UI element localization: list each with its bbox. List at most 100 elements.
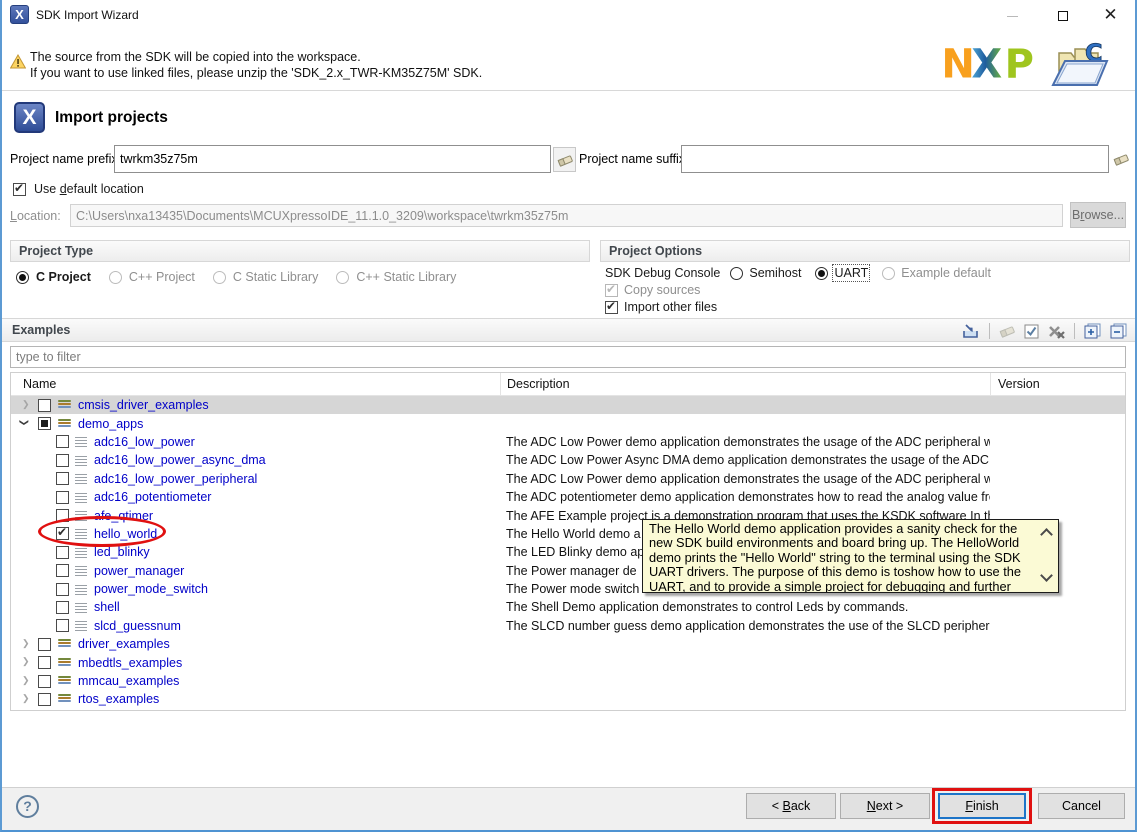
row-checkbox[interactable]	[38, 417, 51, 430]
chevron-right-icon[interactable]	[19, 693, 32, 706]
project-type-title: Project Type	[10, 240, 590, 262]
table-row[interactable]: mbedtls_examples	[11, 653, 1125, 671]
radio-semihost[interactable]	[730, 267, 743, 280]
import-other-files-label: Import other files	[624, 300, 717, 314]
use-default-location-checkbox[interactable]	[13, 183, 26, 196]
arrow-spacer	[37, 472, 50, 485]
window-title: SDK Import Wizard	[36, 8, 139, 22]
warning-message-line2: If you want to use linked files, please …	[30, 66, 482, 80]
table-row[interactable]: rtos_examples	[11, 690, 1125, 708]
chevron-right-icon[interactable]	[19, 675, 32, 688]
prefix-input[interactable]	[114, 145, 551, 173]
row-checkbox[interactable]	[56, 546, 69, 559]
row-checkbox[interactable]	[38, 638, 51, 651]
suffix-input[interactable]	[681, 145, 1109, 173]
example-icon	[75, 527, 88, 540]
row-checkbox[interactable]	[56, 435, 69, 448]
sdk-import-wizard-window: X SDK Import Wizard ✕ The source from th…	[0, 0, 1137, 832]
row-checkbox[interactable]	[38, 656, 51, 669]
row-checkbox[interactable]	[56, 601, 69, 614]
svg-text:P: P	[1005, 42, 1034, 86]
chevron-right-icon[interactable]	[19, 638, 32, 651]
close-button[interactable]: ✕	[1088, 0, 1133, 30]
collapse-all-icon[interactable]	[1110, 323, 1127, 339]
filter-input[interactable]	[10, 346, 1126, 368]
radio-cpp-static-library-label: C++ Static Library	[356, 270, 456, 284]
suffix-clear-button[interactable]	[1111, 149, 1131, 169]
row-checkbox[interactable]	[56, 454, 69, 467]
row-description: The SLCD number guess demo application d…	[500, 619, 990, 633]
table-row[interactable]: slcd_guessnum The SLCD number guess demo …	[11, 617, 1125, 635]
arrow-spacer	[37, 619, 50, 632]
select-all-icon[interactable]	[1024, 324, 1039, 339]
row-checkbox[interactable]	[56, 509, 69, 522]
row-checkbox[interactable]	[38, 399, 51, 412]
window-titlebar: X SDK Import Wizard ✕	[2, 0, 1135, 30]
table-row[interactable]: driver_examples	[11, 635, 1125, 653]
prefix-clear-button[interactable]	[553, 147, 576, 172]
examples-header: Examples	[2, 318, 1137, 342]
table-row[interactable]: adc16_low_power_peripheralThe ADC Low Po…	[11, 470, 1125, 488]
open-sdk-dialog-icon[interactable]	[962, 323, 980, 339]
examples-title: Examples	[12, 323, 70, 337]
minimize-button[interactable]	[990, 0, 1035, 30]
row-label: driver_examples	[78, 637, 170, 651]
example-icon	[75, 509, 88, 522]
tooltip-text: The Hello World demo application provide…	[643, 520, 1036, 592]
row-description: The Shell Demo application demonstrates …	[500, 600, 990, 614]
row-checkbox[interactable]	[56, 564, 69, 577]
finish-button[interactable]: Finish	[938, 793, 1026, 819]
radio-example-default	[882, 267, 895, 280]
row-checkbox[interactable]	[38, 675, 51, 688]
warning-icon	[10, 54, 26, 69]
row-description: The ADC Low Power demo application demon…	[500, 435, 990, 449]
import-other-files-checkbox[interactable]	[605, 301, 618, 314]
column-header-name[interactable]: Name	[11, 373, 500, 395]
column-header-version[interactable]: Version	[990, 373, 1125, 395]
table-row[interactable]: adc16_low_power The ADC Low Power demo ap…	[11, 433, 1125, 451]
arrow-spacer	[37, 583, 50, 596]
table-row[interactable]: mmcau_examples	[11, 672, 1125, 690]
next-button[interactable]: Next >	[840, 793, 930, 819]
table-row[interactable]: adc16_potentiometerThe ADC potentiometer…	[11, 488, 1125, 506]
row-checkbox[interactable]	[56, 472, 69, 485]
row-label: mbedtls_examples	[78, 656, 182, 670]
example-icon	[75, 454, 88, 467]
help-button[interactable]: ?	[16, 795, 39, 818]
radio-uart[interactable]	[815, 267, 828, 280]
row-description: The ADC Low Power demo application demon…	[500, 472, 990, 486]
back-button[interactable]: < Back	[746, 793, 836, 819]
row-checkbox[interactable]	[56, 527, 69, 540]
row-label: slcd_guessnum	[94, 619, 181, 633]
scroll-up-icon[interactable]	[1040, 528, 1053, 541]
prefix-label: Project name prefix:	[10, 152, 121, 166]
tooltip-scrollbar[interactable]	[1036, 520, 1058, 592]
row-label: power_mode_switch	[94, 582, 208, 596]
chevron-down-icon[interactable]	[19, 417, 32, 430]
radio-c-project[interactable]	[16, 271, 29, 284]
project-options-group: Project Options SDK Debug Console Semiho…	[600, 240, 1130, 310]
row-label: adc16_low_power	[94, 435, 195, 449]
maximize-button[interactable]	[1040, 0, 1085, 30]
row-checkbox[interactable]	[38, 693, 51, 706]
arrow-spacer	[37, 527, 50, 540]
column-header-description[interactable]: Description	[500, 373, 990, 395]
table-row[interactable]: adc16_low_power_async_dmaThe ADC Low Pow…	[11, 451, 1125, 469]
row-label: adc16_potentiometer	[94, 490, 211, 504]
row-checkbox[interactable]	[56, 583, 69, 596]
cancel-button[interactable]: Cancel	[1038, 793, 1125, 819]
table-row[interactable]: shellThe Shell Demo application demonstr…	[11, 598, 1125, 616]
table-row[interactable]: demo_apps	[11, 414, 1125, 432]
scroll-down-icon[interactable]	[1040, 569, 1053, 582]
row-checkbox[interactable]	[56, 491, 69, 504]
expand-all-icon[interactable]	[1084, 323, 1101, 339]
question-icon: ?	[23, 798, 32, 814]
row-checkbox[interactable]	[56, 619, 69, 632]
chevron-right-icon[interactable]	[19, 399, 32, 412]
toolbar-separator	[989, 323, 990, 339]
table-row[interactable]: cmsis_driver_examples	[11, 396, 1125, 414]
folder-c-icon: C	[1049, 37, 1115, 91]
chevron-right-icon[interactable]	[19, 656, 32, 669]
arrow-spacer	[37, 435, 50, 448]
row-label: adc16_low_power_async_dma	[94, 453, 266, 467]
